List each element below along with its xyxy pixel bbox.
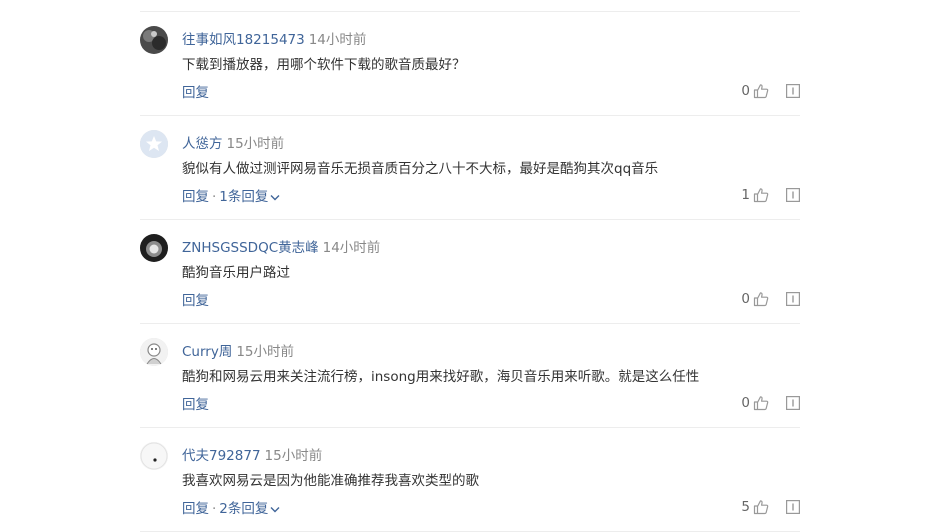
comment-item: ZNHSGSSDQC黄志峰 14小时前 酷狗音乐用户路过 回复 0 — [140, 220, 800, 324]
comment-item: 人慫方 15小时前 貌似有人做过测评网易音乐无损音质百分之八十不大标，最好是酷狗其… — [140, 116, 800, 220]
comment-list: 往事如风18215473 14小时前 下载到播放器，用哪个软件下载的歌音质最好？ … — [140, 11, 800, 532]
reply-button[interactable]: 回复 — [182, 397, 209, 413]
like-count: 0 — [741, 83, 750, 99]
report-icon[interactable] — [786, 84, 800, 98]
comment-meta: 往事如风18215473 14小时前 — [182, 28, 366, 48]
comment-username[interactable]: 往事如风18215473 — [182, 32, 305, 48]
comment-actions: 回复 — [182, 81, 209, 101]
comment-meta: ZNHSGSSDQC黄志峰 14小时前 — [182, 236, 380, 256]
report-icon[interactable] — [786, 292, 800, 306]
comment-actions: 回复 — [182, 393, 209, 413]
comment-time: 15小时前 — [226, 136, 285, 152]
separator-dot: · — [212, 189, 217, 205]
chevron-down-icon — [270, 194, 280, 200]
comment-time: 15小时前 — [236, 344, 295, 360]
user-avatar[interactable] — [140, 26, 168, 54]
like-count: 1 — [741, 187, 750, 203]
user-avatar[interactable] — [140, 234, 168, 262]
thumbs-up-icon[interactable] — [753, 395, 769, 411]
view-replies-link[interactable]: 2条回复 — [219, 501, 280, 517]
comment-stats: 5 — [741, 498, 800, 516]
like-count: 5 — [741, 499, 750, 515]
comment-text: 酷狗和网易云用来关注流行榜，insong用来找好歌，海贝音乐用来听歌。就是这么任… — [182, 369, 700, 385]
reply-button[interactable]: 回复 — [182, 293, 209, 309]
comment-text: 下载到播放器，用哪个软件下载的歌音质最好？ — [182, 57, 466, 73]
comment-meta: Curry周 15小时前 — [182, 340, 294, 360]
report-icon[interactable] — [786, 396, 800, 410]
reply-button[interactable]: 回复 — [182, 501, 209, 517]
comment-time: 14小时前 — [322, 240, 381, 256]
comment-text: 貌似有人做过测评网易音乐无损音质百分之八十不大标，最好是酷狗其次qq音乐 — [182, 161, 659, 177]
report-icon[interactable] — [786, 188, 800, 202]
report-icon[interactable] — [786, 500, 800, 514]
reply-button[interactable]: 回复 — [182, 189, 209, 205]
like-count: 0 — [741, 395, 750, 411]
comment-item: 代夫792877 15小时前 我喜欢网易云是因为他能准确推荐我喜欢类型的歌 回复 ·… — [140, 428, 800, 532]
comment-meta: 人慫方 15小时前 — [182, 132, 284, 152]
comment-actions: 回复 · 2条回复 — [182, 497, 280, 517]
thumbs-up-icon[interactable] — [753, 83, 769, 99]
comment-meta: 代夫792877 15小时前 — [182, 444, 322, 464]
thumbs-up-icon[interactable] — [753, 291, 769, 307]
comment-text: 我喜欢网易云是因为他能准确推荐我喜欢类型的歌 — [182, 473, 479, 489]
like-count: 0 — [741, 291, 750, 307]
replies-count-label: 1条回复 — [219, 189, 269, 205]
comment-username[interactable]: 人慫方 — [182, 136, 223, 152]
user-avatar[interactable] — [140, 442, 168, 470]
comment-username[interactable]: ZNHSGSSDQC黄志峰 — [182, 240, 319, 256]
separator-dot: · — [212, 501, 217, 517]
comment-username[interactable]: 代夫792877 — [182, 448, 261, 464]
thumbs-up-icon[interactable] — [753, 187, 769, 203]
comment-text: 酷狗音乐用户路过 — [182, 265, 290, 281]
user-avatar[interactable] — [140, 130, 168, 158]
comment-item: Curry周 15小时前 酷狗和网易云用来关注流行榜，insong用来找好歌，海贝… — [140, 324, 800, 428]
comment-time: 15小时前 — [264, 448, 323, 464]
comment-stats: 1 — [741, 186, 800, 204]
user-avatar[interactable] — [140, 338, 168, 366]
comment-stats: 0 — [741, 394, 800, 412]
comment-stats: 0 — [741, 82, 800, 100]
view-replies-link[interactable]: 1条回复 — [219, 189, 280, 205]
comment-actions: 回复 — [182, 289, 209, 309]
comment-stats: 0 — [741, 290, 800, 308]
replies-count-label: 2条回复 — [219, 501, 269, 517]
comment-username[interactable]: Curry周 — [182, 344, 232, 360]
comment-item: 往事如风18215473 14小时前 下载到播放器，用哪个软件下载的歌音质最好？ … — [140, 12, 800, 116]
thumbs-up-icon[interactable] — [753, 499, 769, 515]
comment-actions: 回复 · 1条回复 — [182, 185, 280, 205]
chevron-down-icon — [270, 506, 280, 512]
comment-time: 14小时前 — [308, 32, 367, 48]
reply-button[interactable]: 回复 — [182, 85, 209, 101]
